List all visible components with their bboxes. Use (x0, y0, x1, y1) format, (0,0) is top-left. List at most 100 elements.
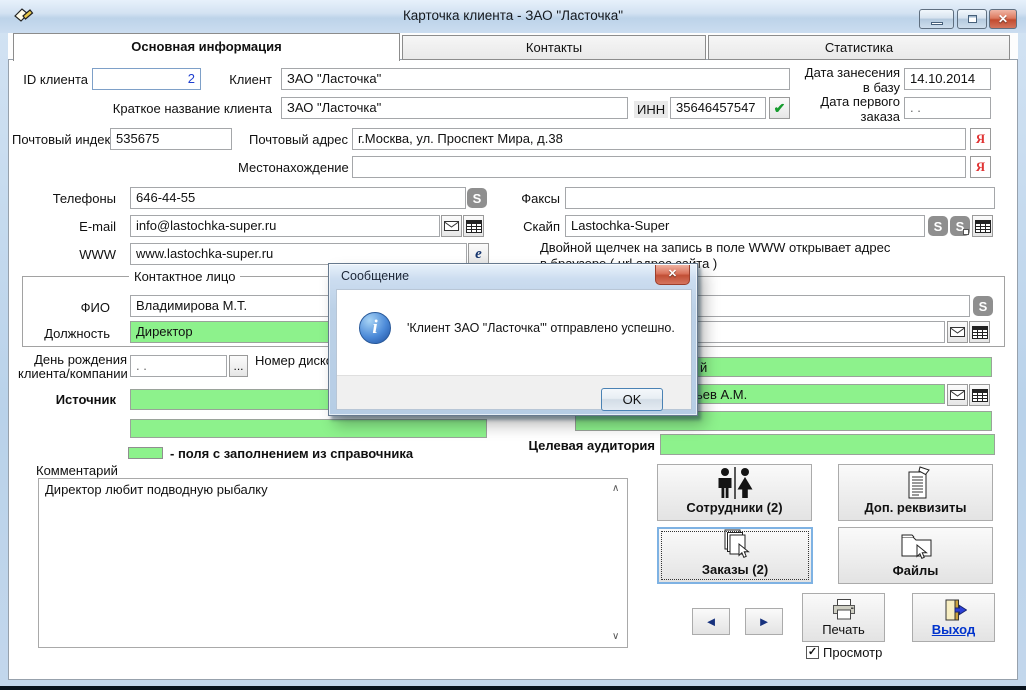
check-icon: ✔ (774, 100, 786, 117)
exit-button-label: Выход (932, 622, 975, 637)
folder-cursor-icon (897, 531, 935, 563)
yandex-location-button[interactable]: Я (970, 156, 991, 178)
contact-skype-icon[interactable]: S (973, 296, 993, 316)
client-card-window: Карточка клиента - ЗАО "Ласточка" ✕ Осно… (0, 0, 1026, 690)
date-added-label-line2: в базу (800, 80, 900, 95)
short-name-field[interactable]: ЗАО "Ласточка" (281, 97, 628, 119)
email-list-button[interactable] (463, 215, 484, 237)
minimize-icon (931, 22, 943, 25)
green-legend-text: - поля с заполнением из справочника (170, 446, 413, 461)
orders-button-label: Заказы (2) (702, 562, 768, 577)
tab-main-info[interactable]: Основная информация (13, 33, 400, 61)
client-id-field[interactable]: 2 (92, 68, 201, 90)
faxes-field[interactable] (565, 187, 995, 209)
employees-button-label: Сотрудники (2) (686, 500, 782, 515)
client-name-field[interactable]: ЗАО "Ласточка" (281, 68, 790, 90)
inn-field[interactable]: 35646457547 (670, 97, 766, 119)
contact-person-legend: Контактное лицо (129, 269, 240, 284)
ok-button[interactable]: OK (601, 388, 663, 411)
files-button-label: Файлы (893, 563, 939, 578)
postal-address-field[interactable]: г.Москва, ул. Проспект Мира, д.38 (352, 128, 966, 150)
orders-button[interactable]: Заказы (2) (657, 527, 813, 584)
postal-code-field[interactable]: 535675 (110, 128, 232, 150)
inn-label: ИНН (634, 101, 668, 118)
employees-button[interactable]: Сотрудники (2) (657, 464, 812, 521)
source-label: Источник (40, 392, 116, 407)
birthday-label-line1: День рождения (18, 352, 127, 367)
email-field[interactable]: info@lastochka-super.ru (130, 215, 440, 237)
phones-field[interactable]: 646-44-55 (130, 187, 466, 209)
open-browser-button[interactable]: e (468, 243, 489, 265)
minimize-button[interactable] (919, 9, 954, 29)
scroll-down-icon[interactable]: ∨ (612, 631, 619, 642)
skype-call-icon[interactable]: S (467, 188, 487, 208)
table-icon (975, 220, 991, 233)
first-order-label-line1: Дата первого (800, 94, 900, 109)
birthday-more-button[interactable]: ... (229, 355, 248, 377)
preview-checkbox[interactable]: ✓ (806, 646, 819, 659)
comment-textarea[interactable]: Директор любит подводную рыбалку (38, 478, 628, 648)
location-label: Местонахождение (238, 160, 348, 175)
skype-call2-icon[interactable]: S (928, 216, 948, 236)
inn-verify-button[interactable]: ✔ (769, 97, 790, 119)
next-record-button[interactable]: ► (745, 608, 783, 635)
envelope-icon (444, 220, 459, 232)
short-name-label: Краткое название клиента (90, 101, 272, 116)
dialog-close-button[interactable]: ✕ (655, 265, 690, 285)
yandex-address-button[interactable]: Я (970, 128, 991, 150)
dialog-title: Сообщение (341, 269, 409, 283)
location-field[interactable] (352, 156, 966, 178)
close-icon: ✕ (998, 12, 1008, 26)
birthday-label-line2: клиента/компании (18, 366, 127, 381)
skype-label: Скайп (490, 219, 560, 234)
contact-mail-button[interactable] (947, 321, 968, 343)
exit-door-icon (941, 598, 967, 622)
email-label: E-mail (40, 219, 116, 234)
first-order-field[interactable]: . . (904, 97, 991, 119)
requisites-button[interactable]: Доп. реквизиты (838, 464, 993, 521)
files-button[interactable]: Файлы (838, 527, 993, 584)
print-button[interactable]: Печать (802, 593, 885, 642)
envelope-icon (950, 326, 965, 338)
table-icon (972, 389, 988, 402)
titlebar: Карточка клиента - ЗАО "Ласточка" ✕ (0, 0, 1026, 33)
green-legend-swatch (128, 447, 163, 459)
faxes-label: Факсы (490, 191, 560, 206)
source-extra-field[interactable] (130, 419, 487, 438)
dialog-body: i 'Клиент ЗАО "Ласточка"' отправлено усп… (336, 289, 692, 410)
table-icon (466, 220, 482, 233)
message-dialog: Сообщение ✕ i 'Клиент ЗАО "Ласточка"' от… (328, 263, 698, 416)
tab-statistics[interactable]: Статистика (708, 35, 1010, 60)
maximize-button[interactable] (957, 9, 987, 29)
window-title: Карточка клиента - ЗАО "Ласточка" (0, 8, 1026, 23)
send-email-button[interactable] (441, 215, 462, 237)
skype-list-button[interactable] (972, 215, 993, 237)
postal-address-label: Почтовый адрес (238, 132, 348, 147)
tab-contacts[interactable]: Контакты (402, 35, 706, 60)
window-bottom-edge (0, 686, 1026, 690)
date-added-field[interactable]: 14.10.2014 (904, 68, 991, 90)
maximize-icon (968, 15, 977, 23)
print-button-label: Печать (822, 622, 865, 637)
www-field[interactable]: www.lastochka-super.ru (130, 243, 467, 265)
prev-record-button[interactable]: ◄ (692, 608, 730, 635)
exit-button[interactable]: Выход (912, 593, 995, 642)
skype-sub-icon (963, 229, 969, 235)
target-audience-field[interactable] (660, 434, 995, 455)
postal-code-label: Почтовый индекс (12, 132, 106, 147)
contact-table-button[interactable] (969, 321, 990, 343)
manager-table-button[interactable] (969, 384, 990, 406)
client-name-label: Клиент (200, 72, 272, 87)
preview-checkbox-label[interactable]: Просмотр (823, 645, 882, 660)
skype-add-icon[interactable]: S (950, 216, 970, 236)
people-icon (712, 467, 758, 500)
scroll-up-icon[interactable]: ∧ (612, 483, 619, 494)
close-button[interactable]: ✕ (989, 9, 1017, 29)
dialog-message: 'Клиент ЗАО "Ласточка"' отправлено успеш… (407, 321, 687, 335)
birthday-field[interactable]: . . (130, 355, 227, 377)
skype-field[interactable]: Lastochka-Super (565, 215, 925, 237)
manager-mail-button[interactable] (947, 384, 968, 406)
contact-position-label: Должность (30, 326, 110, 341)
info-icon: i (359, 312, 391, 344)
left-arrow-icon: ◄ (705, 614, 718, 629)
